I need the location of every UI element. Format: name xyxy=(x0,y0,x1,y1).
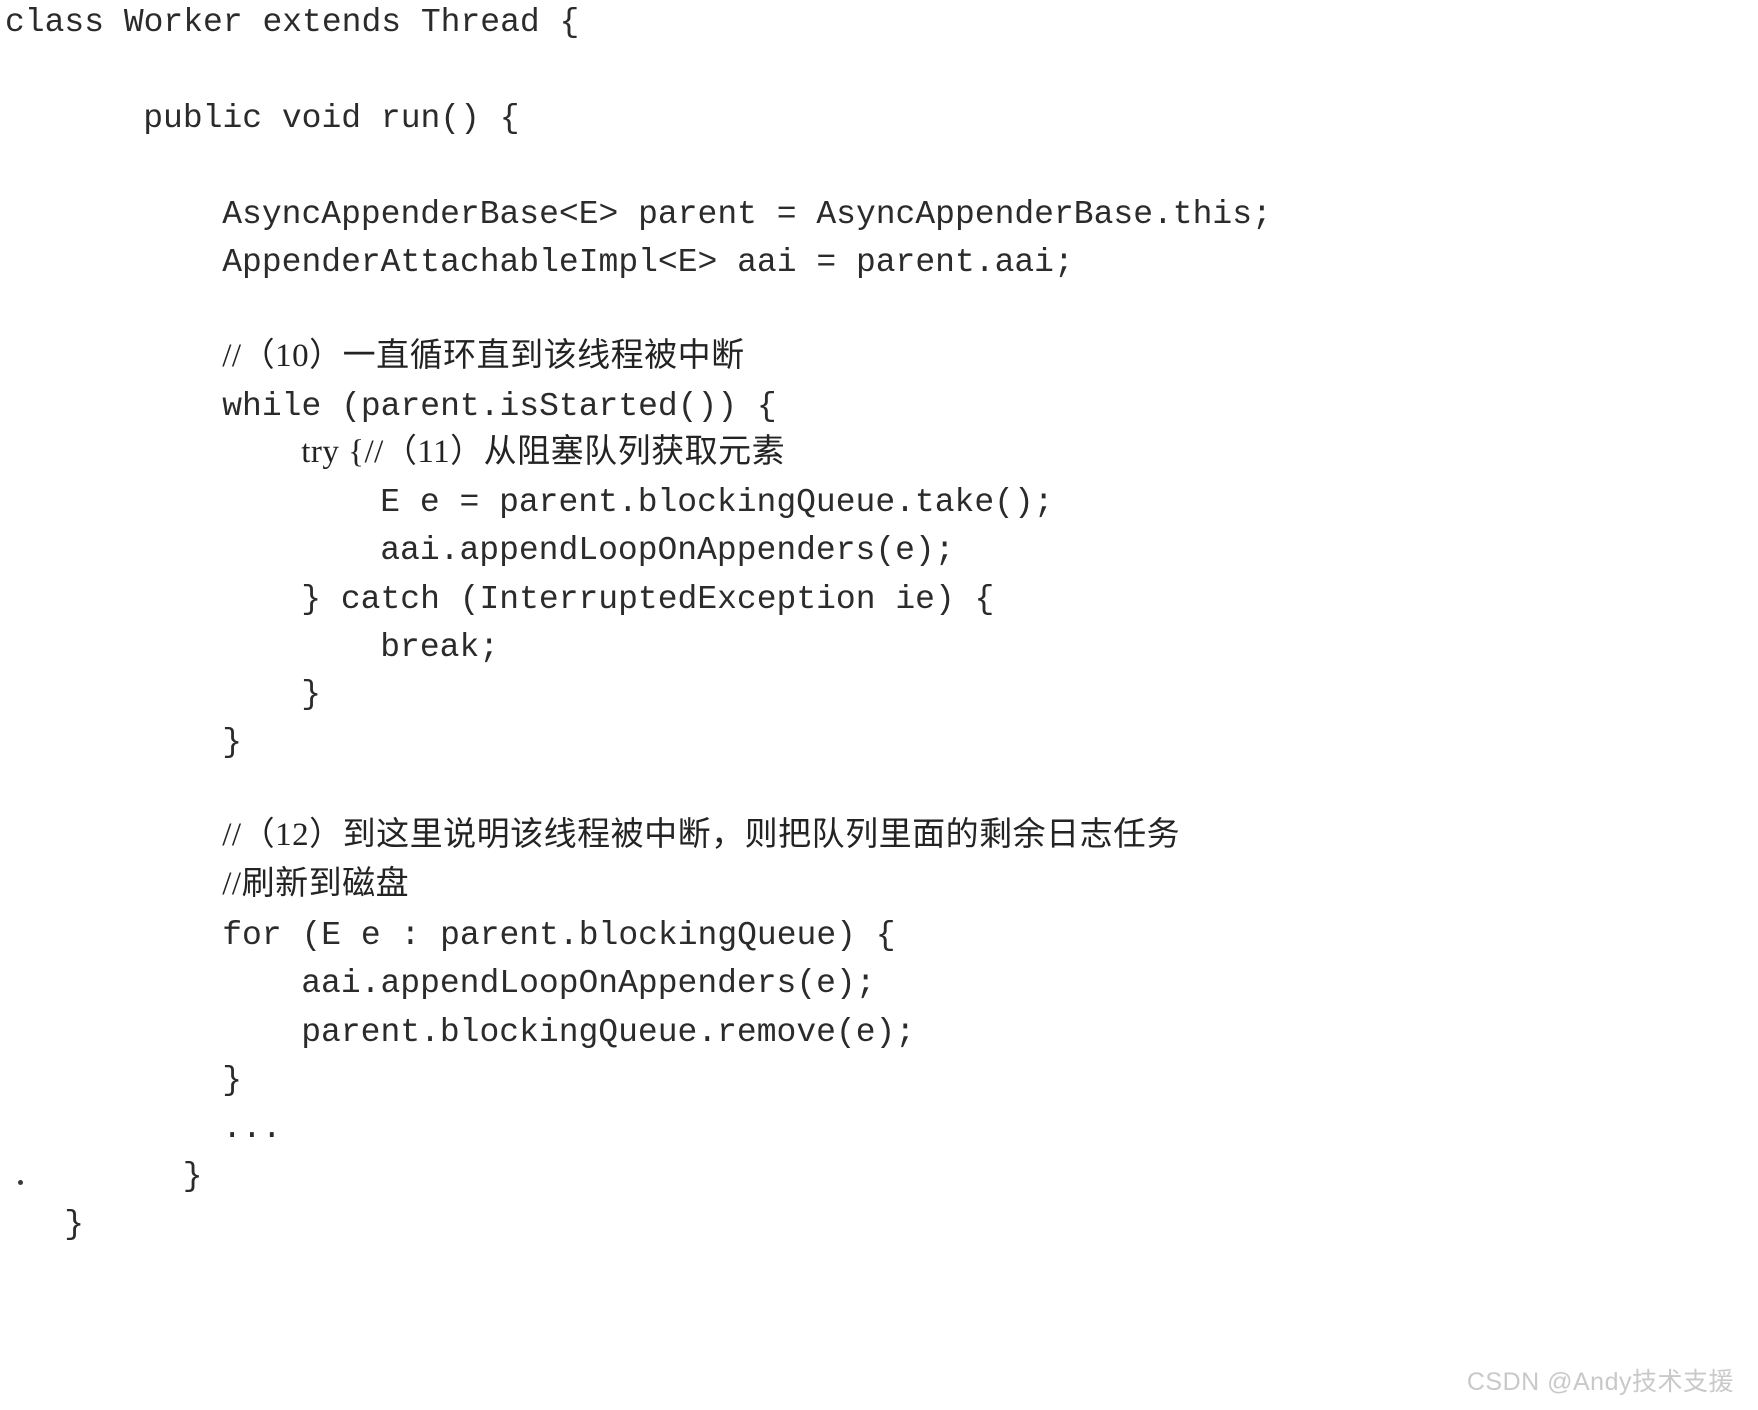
code-line: ... xyxy=(222,1110,282,1147)
code-line: public void run() { xyxy=(143,100,520,137)
code-line: //（12）到这里说明该线程被中断，则把队列里面的剩余日志任务 xyxy=(222,817,1181,853)
code-block: class Worker extends Thread { public void… xyxy=(0,0,1758,1410)
code-line: } xyxy=(182,1158,203,1195)
code-line: AppenderAttachableImpl<E> aai = parent.a… xyxy=(222,244,1074,281)
code-line: } catch (InterruptedException ie) { xyxy=(301,581,995,618)
code-line: //刷新到磁盘 xyxy=(222,866,410,902)
code-line: aai.appendLoopOnAppenders(e); xyxy=(301,965,876,1002)
code-line: } xyxy=(222,1062,243,1099)
code-line: E e = parent.blockingQueue.take(); xyxy=(380,484,1054,521)
code-line: } xyxy=(222,724,243,761)
code-line: for (E e : parent.blockingQueue) { xyxy=(222,917,896,954)
csdn-watermark: CSDN @Andy技术支援 xyxy=(1466,1368,1734,1396)
code-line: while (parent.isStarted()) { xyxy=(222,388,777,425)
code-line: aai.appendLoopOnAppenders(e); xyxy=(380,532,955,569)
code-line: class Worker extends Thread { xyxy=(5,4,580,41)
code-line: } xyxy=(301,676,322,713)
code-line: AsyncAppenderBase<E> parent = AsyncAppen… xyxy=(222,196,1272,233)
code-line: parent.blockingQueue.remove(e); xyxy=(301,1014,916,1051)
code-line: } xyxy=(64,1206,85,1243)
code-line: //（10）一直循环直到该线程被中断 xyxy=(222,338,745,374)
scanned-code-page: class Worker extends Thread { public void… xyxy=(0,0,1758,1410)
code-line: break; xyxy=(380,629,500,666)
code-line: try {//（11）从阻塞队列获取元素 xyxy=(301,434,786,470)
scan-speck-artifact xyxy=(18,1180,23,1185)
